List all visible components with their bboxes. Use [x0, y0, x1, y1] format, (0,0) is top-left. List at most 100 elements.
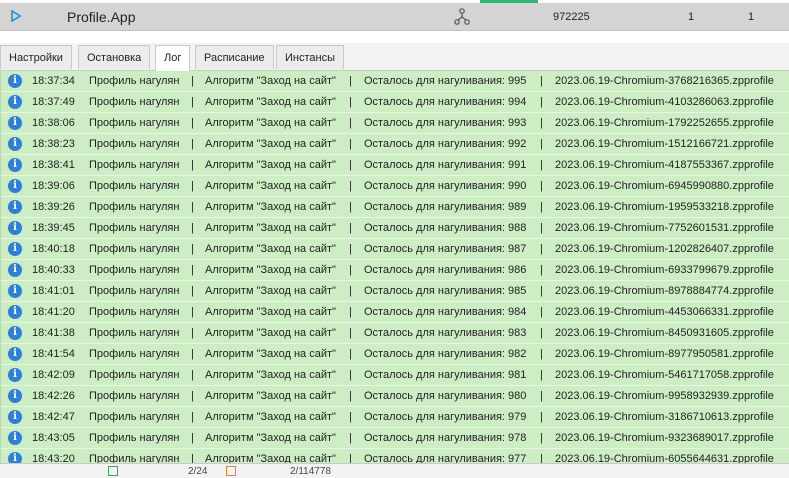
log-row[interactable]: i 18:41:38 Профиль нагулян Алгоритм "Заход …	[1, 323, 789, 344]
column-separator: |	[191, 369, 194, 381]
log-algorithm: Алгоритм "Заход на сайт"	[205, 138, 336, 150]
total-checkbox[interactable]	[226, 466, 236, 476]
column-separator: |	[349, 138, 352, 150]
column-separator: |	[191, 159, 194, 171]
log-status: Профиль нагулян	[89, 327, 180, 339]
info-icon: i	[8, 137, 22, 151]
tab-instances[interactable]: Инстансы	[276, 45, 344, 69]
log-remaining: Осталось для нагуливания: 987	[364, 243, 527, 255]
log-algorithm: Алгоритм "Заход на сайт"	[205, 432, 336, 444]
log-remaining: Осталось для нагуливания: 981	[364, 369, 527, 381]
log-file: 2023.06.19-Chromium-8977950581.zpprofile	[555, 348, 774, 360]
column-separator: |	[349, 285, 352, 297]
log-file: 2023.06.19-Chromium-7752601531.zpprofile	[555, 222, 774, 234]
log-file: 2023.06.19-Chromium-8978884774.zpprofile	[555, 285, 774, 297]
tab-schedule[interactable]: Расписание	[195, 45, 274, 69]
log-status: Профиль нагулян	[89, 411, 180, 423]
log-time: 18:41:54	[32, 348, 75, 360]
log-file: 2023.06.19-Chromium-3768216365.zpprofile	[555, 75, 774, 87]
log-status: Профиль нагулян	[89, 138, 180, 150]
log-algorithm: Алгоритм "Заход на сайт"	[205, 369, 336, 381]
log-row[interactable]: i 18:38:41 Профиль нагулян Алгоритм "Заход …	[1, 155, 789, 176]
info-icon: i	[8, 221, 22, 235]
log-file: 2023.06.19-Chromium-4187553367.zpprofile	[555, 159, 774, 171]
log-row[interactable]: i 18:38:23 Профиль нагулян Алгоритм "Заход …	[1, 134, 789, 155]
task-col2: 1	[748, 11, 755, 23]
log-file: 2023.06.19-Chromium-6945990880.zpprofile	[555, 180, 774, 192]
info-icon: i	[8, 410, 22, 424]
column-separator: |	[349, 117, 352, 129]
log-algorithm: Алгоритм "Заход на сайт"	[205, 306, 336, 318]
info-icon: i	[8, 200, 22, 214]
log-row[interactable]: i 18:42:09 Профиль нагулян Алгоритм "Заход …	[1, 365, 789, 386]
play-icon[interactable]	[11, 10, 21, 22]
info-icon: i	[8, 242, 22, 256]
log-time: 18:41:01	[32, 285, 75, 297]
log-row[interactable]: i 18:39:06 Профиль нагулян Алгоритм "Заход …	[1, 176, 789, 197]
log-row[interactable]: i 18:39:45 Профиль нагулян Алгоритм "Заход …	[1, 218, 789, 239]
log-algorithm: Алгоритм "Заход на сайт"	[205, 201, 336, 213]
log-row[interactable]: i 18:43:05 Профиль нагулян Алгоритм "Заход …	[1, 428, 789, 449]
column-separator: |	[349, 348, 352, 360]
log-row[interactable]: i 18:40:33 Профиль нагулян Алгоритм "Заход …	[1, 260, 789, 281]
log-file: 2023.06.19-Chromium-1959533218.zpprofile	[555, 201, 774, 213]
log-algorithm: Алгоритм "Заход на сайт"	[205, 159, 336, 171]
log-remaining: Осталось для нагуливания: 988	[364, 222, 527, 234]
log-status: Профиль нагулян	[89, 390, 180, 402]
column-separator: |	[540, 369, 543, 381]
column-separator: |	[349, 201, 352, 213]
tab-log[interactable]: Лог	[155, 45, 191, 71]
info-icon: i	[8, 347, 22, 361]
log-row[interactable]: i 18:41:54 Профиль нагулян Алгоритм "Заход …	[1, 344, 789, 365]
tab-stop[interactable]: Остановка	[78, 45, 151, 69]
log-row[interactable]: i 18:39:26 Профиль нагулян Алгоритм "Заход …	[1, 197, 789, 218]
log-row[interactable]: i 18:38:06 Профиль нагулян Алгоритм "Заход …	[1, 113, 789, 134]
log-row[interactable]: i 18:42:26 Профиль нагулян Алгоритм "Заход …	[1, 386, 789, 407]
tab-settings[interactable]: Настройки	[0, 45, 72, 69]
column-separator: |	[540, 201, 543, 213]
threads-checkbox[interactable]	[108, 466, 118, 476]
column-separator: |	[349, 222, 352, 234]
log-row[interactable]: i 18:37:49 Профиль нагулян Алгоритм "Заход …	[1, 92, 789, 113]
log-status: Профиль нагулян	[89, 243, 180, 255]
column-separator: |	[191, 390, 194, 402]
log-file: 2023.06.19-Chromium-4103286063.zpprofile	[555, 96, 774, 108]
log-row[interactable]: i 18:37:34 Профиль нагулян Алгоритм "Заход …	[1, 71, 789, 92]
info-icon: i	[8, 389, 22, 403]
column-separator: |	[191, 75, 194, 87]
log-row[interactable]: i 18:42:47 Профиль нагулян Алгоритм "Заход …	[1, 407, 789, 428]
log-remaining: Осталось для нагуливания: 977	[364, 453, 527, 463]
log-algorithm: Алгоритм "Заход на сайт"	[205, 453, 336, 463]
log-remaining: Осталось для нагуливания: 986	[364, 264, 527, 276]
column-separator: |	[191, 243, 194, 255]
log-remaining: Осталось для нагуливания: 990	[364, 180, 527, 192]
column-separator: |	[540, 390, 543, 402]
log-list[interactable]: i 18:37:34 Профиль нагулян Алгоритм "Заход …	[0, 71, 789, 463]
log-algorithm: Алгоритм "Заход на сайт"	[205, 117, 336, 129]
log-row[interactable]: i 18:41:20 Профиль нагулян Алгоритм "Заход …	[1, 302, 789, 323]
tab-bar: Настройки Остановка Лог Расписание Инста…	[0, 43, 789, 71]
column-separator: |	[540, 411, 543, 423]
log-time: 18:37:34	[32, 75, 75, 87]
log-status: Профиль нагулян	[89, 75, 180, 87]
log-row[interactable]: i 18:43:20 Профиль нагулян Алгоритм "Заход …	[1, 449, 789, 463]
column-separator: |	[540, 75, 543, 87]
log-row[interactable]: i 18:41:01 Профиль нагулян Алгоритм "Заход …	[1, 281, 789, 302]
log-status: Профиль нагулян	[89, 222, 180, 234]
column-separator: |	[540, 96, 543, 108]
log-time: 18:40:18	[32, 243, 75, 255]
column-separator: |	[540, 285, 543, 297]
log-row[interactable]: i 18:40:18 Профиль нагулян Алгоритм "Заход …	[1, 239, 789, 260]
log-algorithm: Алгоритм "Заход на сайт"	[205, 285, 336, 297]
log-remaining: Осталось для нагуливания: 984	[364, 306, 527, 318]
log-algorithm: Алгоритм "Заход на сайт"	[205, 222, 336, 234]
log-file: 2023.06.19-Chromium-6933799679.zpprofile	[555, 264, 774, 276]
column-separator: |	[540, 327, 543, 339]
log-status: Профиль нагулян	[89, 264, 180, 276]
info-icon: i	[8, 95, 22, 109]
threads-count: 2/24	[188, 466, 208, 477]
column-separator: |	[191, 138, 194, 150]
info-icon: i	[8, 158, 22, 172]
task-row[interactable]: Profile.App 972225 1 1	[0, 3, 789, 31]
log-remaining: Осталось для нагуливания: 982	[364, 348, 527, 360]
